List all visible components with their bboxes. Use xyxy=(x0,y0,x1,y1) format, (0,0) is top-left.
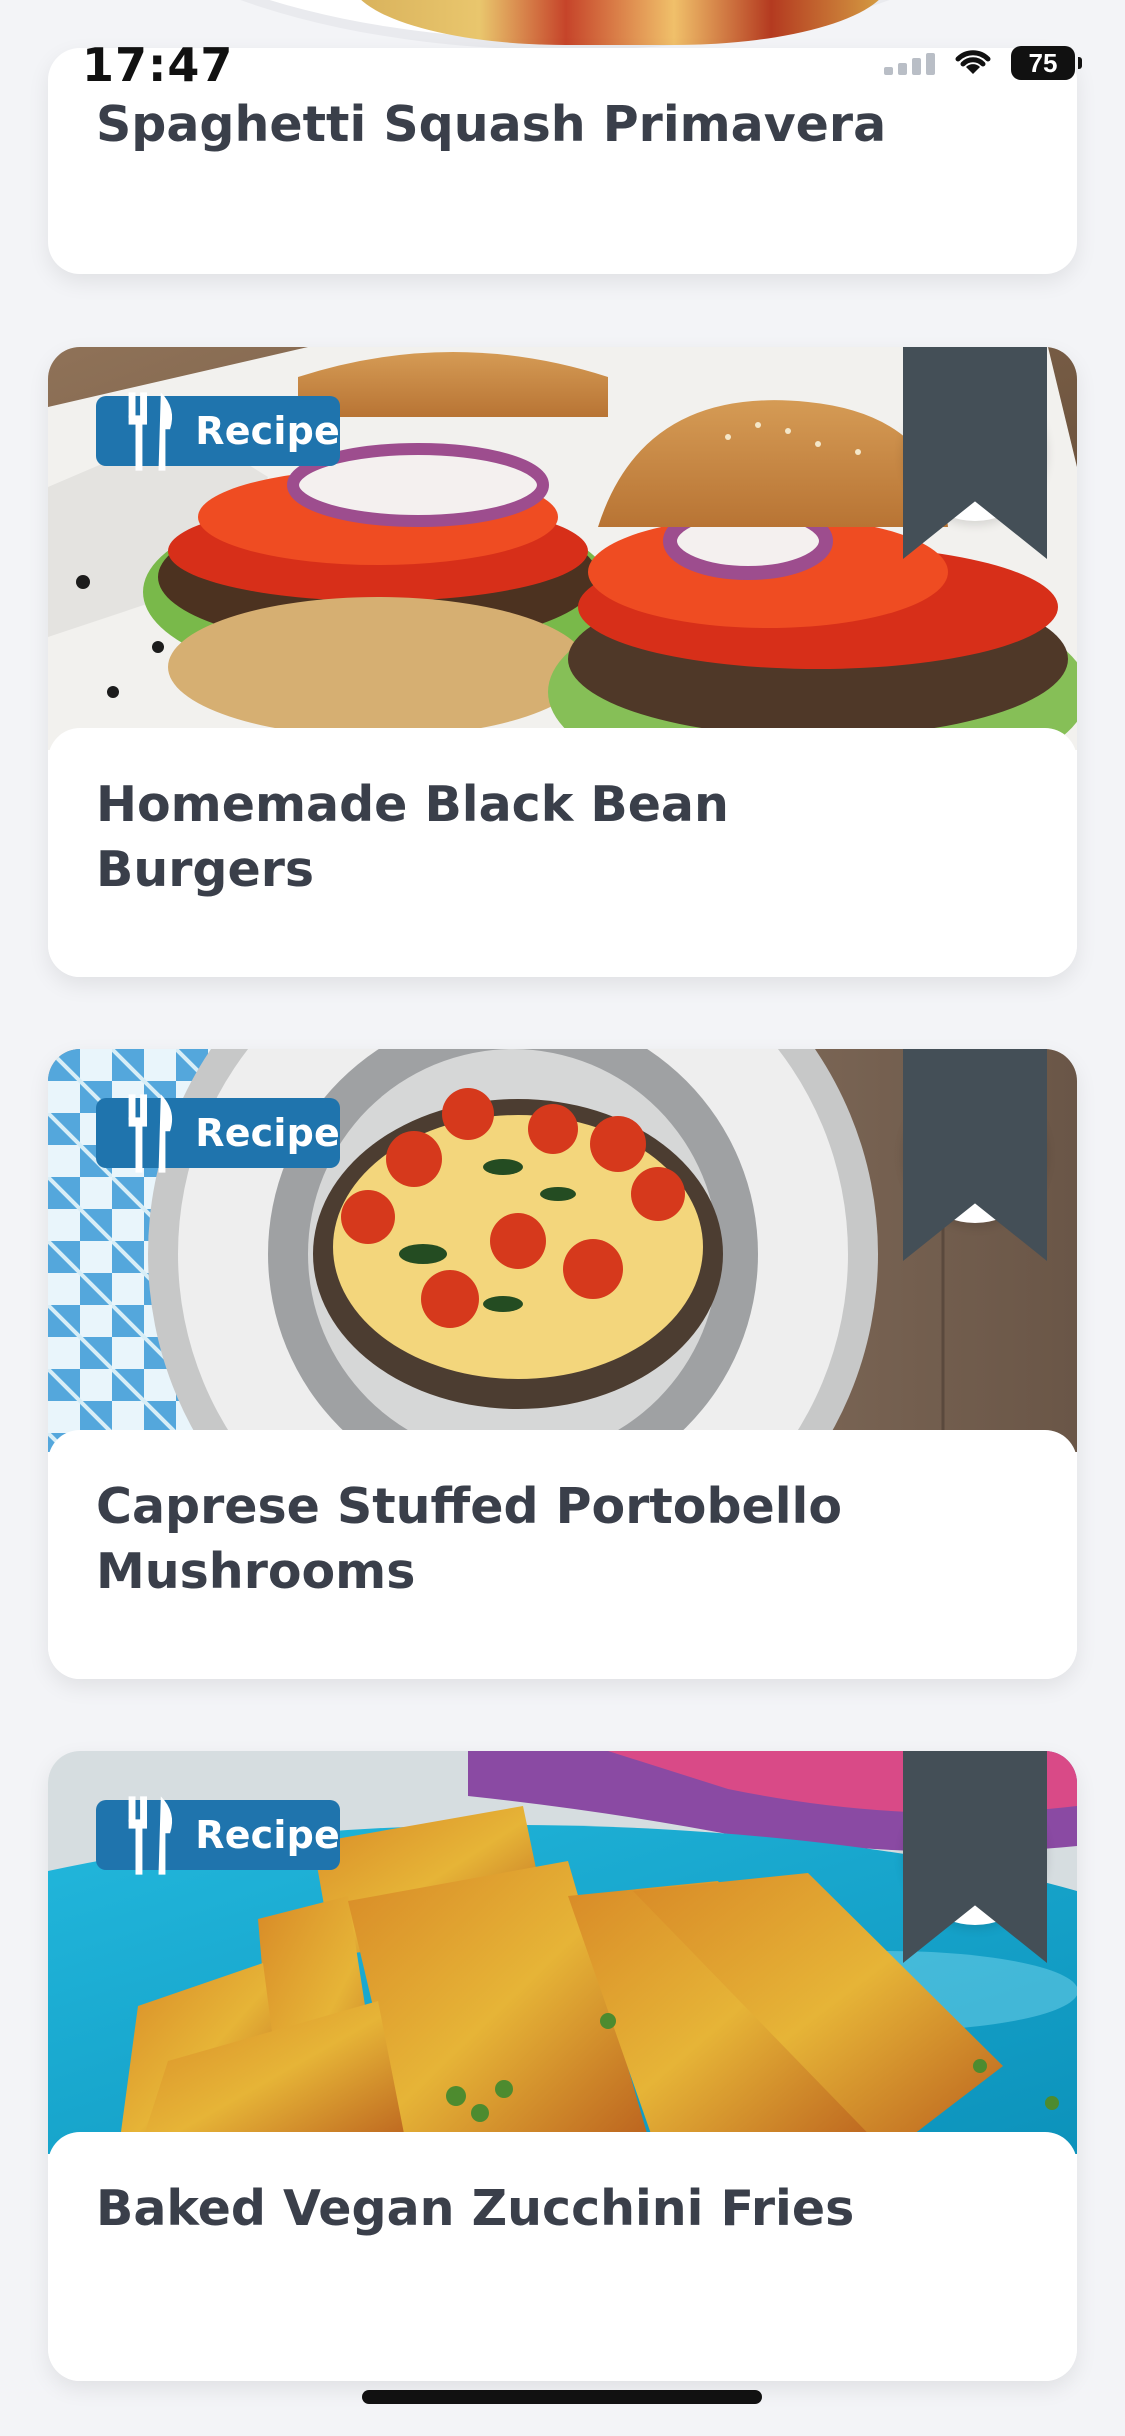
bookmark-button[interactable] xyxy=(903,347,1047,559)
bookmark-icon xyxy=(903,1751,1047,1963)
recipe-badge-label: Recipe xyxy=(195,1813,340,1857)
signal-icon xyxy=(884,51,935,75)
status-icons: 75 xyxy=(884,46,1082,80)
recipe-badge: Recipe xyxy=(96,1795,340,1875)
burger-photo[interactable]: Recipe xyxy=(48,347,1077,750)
recipe-card-body: Caprese Stuffed Portobello Mushrooms xyxy=(48,1430,1077,1679)
bookmark-icon xyxy=(903,347,1047,559)
recipe-badge-label: Recipe xyxy=(195,409,340,453)
fork-knife-icon xyxy=(128,1795,173,1875)
recipe-card-body: Homemade Black Bean Burgers xyxy=(48,728,1077,977)
recipe-card-black-bean-burgers[interactable]: Recipe Homemade Black Bean Burgers xyxy=(48,347,1077,977)
mushroom-photo[interactable]: Recipe xyxy=(48,1049,1077,1452)
status-bar: 17:47 75 xyxy=(0,0,1125,140)
zucchini-photo[interactable]: Recipe xyxy=(48,1751,1077,2154)
battery-icon: 75 xyxy=(1011,46,1082,80)
recipe-card-body: Baked Vegan Zucchini Fries xyxy=(48,2132,1077,2381)
status-time: 17:47 xyxy=(82,38,234,92)
fork-knife-icon xyxy=(128,1093,173,1173)
fork-knife-icon xyxy=(128,391,173,471)
recipe-card-zucchini-fries[interactable]: Recipe Baked Vegan Zucchini Fries xyxy=(48,1751,1077,2381)
bookmark-button[interactable] xyxy=(903,1049,1047,1261)
recipe-card-caprese-mushrooms[interactable]: Recipe Caprese Stuffed Portobello Mushro… xyxy=(48,1049,1077,1679)
recipe-badge: Recipe xyxy=(96,391,340,471)
bookmark-icon xyxy=(903,1049,1047,1261)
recipe-badge-label: Recipe xyxy=(195,1111,340,1155)
recipe-card-title[interactable]: Baked Vegan Zucchini Fries xyxy=(96,2176,946,2241)
bookmark-button[interactable] xyxy=(903,1751,1047,1963)
home-indicator xyxy=(362,2390,762,2404)
recipe-badge: Recipe xyxy=(96,1093,340,1173)
recipe-card-title[interactable]: Caprese Stuffed Portobello Mushrooms xyxy=(96,1474,946,1604)
recipe-card-title[interactable]: Homemade Black Bean Burgers xyxy=(96,772,946,902)
wifi-icon xyxy=(955,50,991,74)
